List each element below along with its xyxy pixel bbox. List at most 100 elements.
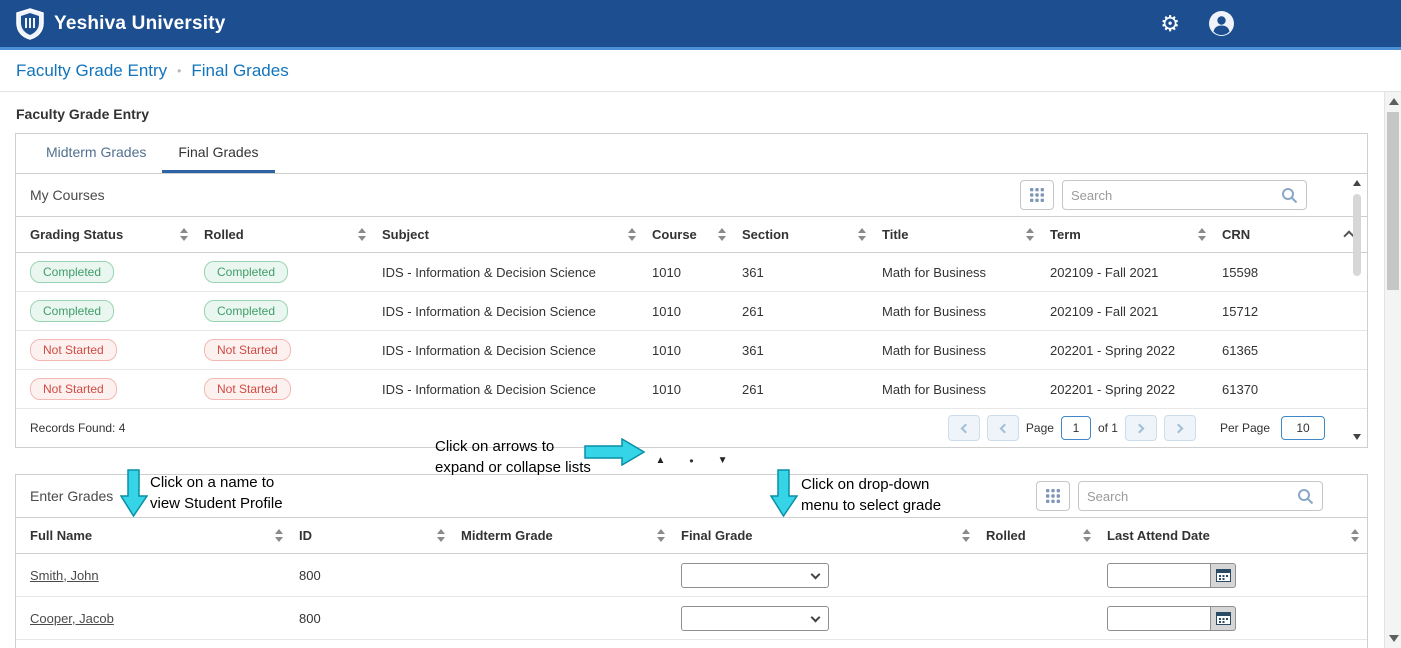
student-name-link[interactable]: Smith, John (30, 568, 99, 583)
grading-status-badge: Not Started (30, 339, 117, 361)
search-icon (1297, 488, 1314, 505)
calendar-button[interactable] (1210, 563, 1236, 588)
sort-icon[interactable] (172, 228, 188, 241)
breadcrumb-faculty-grade-entry[interactable]: Faculty Grade Entry (16, 61, 167, 81)
breadcrumb-separator-icon: • (177, 64, 181, 78)
scrollbar-thumb[interactable] (1387, 112, 1399, 290)
rolled-badge: Not Started (204, 339, 291, 361)
course-cell: 1010 (644, 370, 734, 409)
next-page-button[interactable] (1125, 415, 1157, 441)
sort-icon[interactable] (620, 228, 636, 241)
col-course: Course (652, 227, 697, 242)
course-row[interactable]: Completed Completed IDS - Information & … (16, 292, 1367, 331)
enter-grades-table: Full Name ID Midterm Grade Final Grade R… (16, 517, 1367, 648)
scroll-down-icon[interactable] (1389, 635, 1399, 642)
calendar-icon (1216, 611, 1231, 625)
grades-search-input[interactable] (1087, 489, 1297, 504)
per-page-input[interactable] (1281, 416, 1325, 440)
sort-icon[interactable] (710, 228, 726, 241)
midterm-grade-cell (453, 640, 673, 648)
subject-cell: IDS - Information & Decision Science (374, 292, 644, 331)
term-cell: 202109 - Fall 2021 (1042, 253, 1214, 292)
course-row[interactable]: Completed Completed IDS - Information & … (16, 253, 1367, 292)
user-profile-icon[interactable] (1208, 10, 1235, 37)
page-label: Page (1026, 421, 1054, 435)
subject-cell: IDS - Information & Decision Science (374, 253, 644, 292)
course-row[interactable]: Not Started Not Started IDS - Informatio… (16, 331, 1367, 370)
rolled-badge: Not Started (204, 378, 291, 400)
courses-search-box (1062, 180, 1307, 210)
scroll-up-icon[interactable] (1353, 180, 1361, 186)
midterm-grade-cell (453, 554, 673, 597)
chevron-down-icon (811, 612, 821, 622)
sort-icon[interactable] (1018, 228, 1034, 241)
sort-icon[interactable] (429, 529, 445, 542)
grading-status-badge: Completed (30, 300, 114, 322)
col-final-grade: Final Grade (681, 528, 753, 543)
courses-grid-scrollbar[interactable] (1351, 178, 1364, 444)
crn-cell: 15598 (1214, 253, 1367, 292)
page-scrollbar[interactable] (1384, 92, 1401, 648)
final-grade-select[interactable] (681, 606, 829, 631)
pagination: Page of 1 Per Page (948, 415, 1325, 441)
breadcrumb-final-grades[interactable]: Final Grades (191, 61, 288, 81)
sort-icon[interactable] (1075, 529, 1091, 542)
enter-grades-title: Enter Grades (30, 488, 113, 504)
col-last-attend-date: Last Attend Date (1107, 528, 1210, 543)
col-crn: CRN (1222, 227, 1250, 242)
sort-icon[interactable] (267, 529, 283, 542)
gear-icon[interactable]: ⚙ (1160, 13, 1180, 35)
grades-multiselect-button[interactable] (1036, 481, 1070, 511)
final-grade-select[interactable] (681, 563, 829, 588)
annotation-arrow-down-icon (770, 469, 798, 517)
scroll-up-icon[interactable] (1389, 98, 1399, 105)
my-courses-header: My Courses (16, 174, 1367, 216)
section-cell: 361 (734, 331, 874, 370)
course-row[interactable]: Not Started Not Started IDS - Informatio… (16, 370, 1367, 409)
last-attend-date-input[interactable] (1107, 606, 1210, 631)
courses-multiselect-button[interactable] (1020, 180, 1054, 210)
collapse-up-arrow-icon[interactable]: ▲ (655, 456, 665, 466)
main-content: Midterm Grades Final Grades My Courses (0, 133, 1401, 648)
rolled-badge: Completed (204, 261, 288, 283)
student-name-link[interactable]: Cooper, Jacob (30, 611, 114, 626)
sort-icon[interactable] (350, 228, 366, 241)
sort-icon[interactable] (954, 529, 970, 542)
crn-cell: 61370 (1214, 370, 1367, 409)
expand-down-arrow-icon[interactable]: ▼ (718, 456, 728, 466)
last-page-button[interactable] (1164, 415, 1196, 441)
prev-page-button[interactable] (987, 415, 1019, 441)
tab-midterm-grades[interactable]: Midterm Grades (30, 134, 162, 173)
last-attend-date-input[interactable] (1107, 563, 1210, 588)
grades-search-box (1078, 481, 1323, 511)
annotation-arrow-down-icon (120, 469, 148, 517)
col-midterm-grade: Midterm Grade (461, 528, 553, 543)
annotation-expand-collapse: Click on arrows to expand or collapse li… (435, 436, 591, 478)
my-courses-panel: Midterm Grades Final Grades My Courses (15, 133, 1368, 448)
rolled-cell (978, 640, 1099, 648)
col-rolled: Rolled (204, 227, 244, 242)
sort-icon[interactable] (1190, 228, 1206, 241)
title-cell: Math for Business (874, 331, 1042, 370)
page-number-input[interactable] (1061, 416, 1091, 440)
col-title: Title (882, 227, 909, 242)
course-cell: 1010 (644, 253, 734, 292)
scroll-down-icon[interactable] (1353, 434, 1361, 440)
col-full-name: Full Name (30, 528, 92, 543)
tab-final-grades[interactable]: Final Grades (162, 134, 274, 173)
sort-icon[interactable] (649, 529, 665, 542)
chevron-left-icon (960, 423, 970, 433)
sort-icon[interactable] (850, 228, 866, 241)
first-page-button[interactable] (948, 415, 980, 441)
calendar-button[interactable] (1210, 606, 1236, 631)
subject-cell: IDS - Information & Decision Science (374, 370, 644, 409)
crn-cell: 15712 (1214, 292, 1367, 331)
chevron-down-icon (811, 569, 821, 579)
scrollbar-thumb[interactable] (1353, 194, 1361, 276)
rolled-badge: Completed (204, 300, 288, 322)
sort-icon[interactable] (1343, 529, 1359, 542)
yu-shield-logo-icon (16, 8, 44, 40)
title-cell: Math for Business (874, 370, 1042, 409)
tab-bar: Midterm Grades Final Grades (16, 134, 1367, 174)
courses-search-input[interactable] (1071, 188, 1281, 203)
